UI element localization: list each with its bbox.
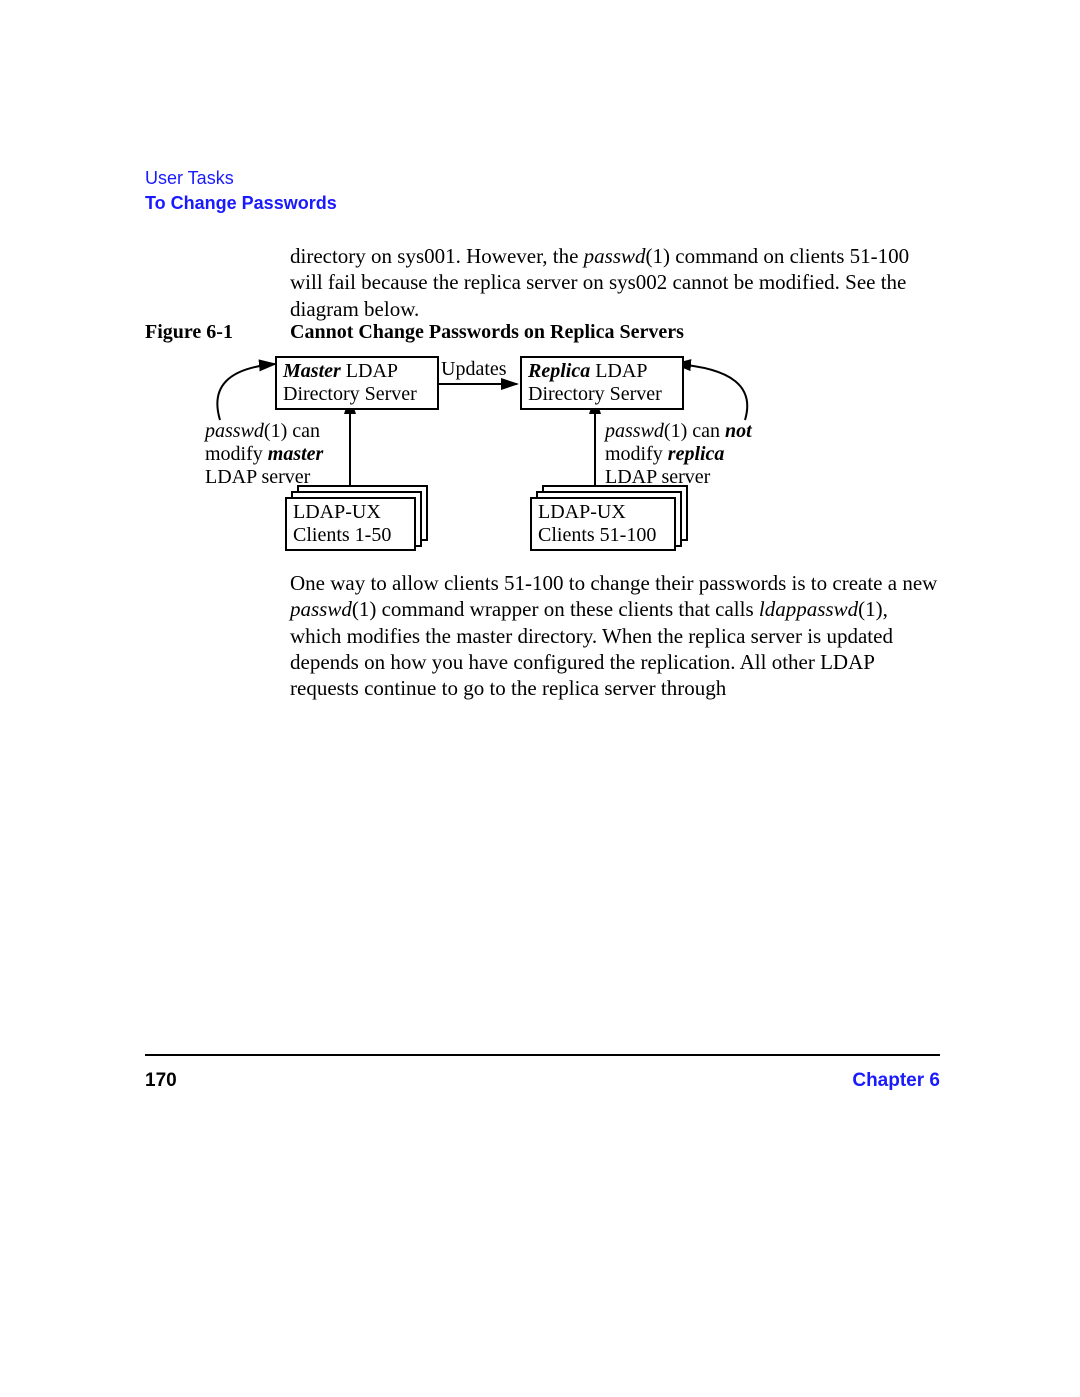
la-l2bold: master	[268, 443, 324, 465]
ra-bold: not	[725, 420, 752, 442]
page-number: 170	[145, 1070, 177, 1092]
master-rest: LDAP	[341, 360, 398, 382]
ra-mid: (1) can	[664, 420, 725, 442]
cl-l2: Clients 1-50	[293, 524, 391, 546]
la-l2pre: modify	[205, 443, 268, 465]
clients-right: LDAP-UX Clients 51-100	[530, 497, 676, 551]
la-cmd: passwd	[205, 420, 264, 442]
replica-line2: Directory Server	[528, 383, 662, 405]
subsection-link[interactable]: To Change Passwords	[145, 193, 337, 213]
master-bold: Master	[283, 360, 341, 382]
right-annotation: passwd(1) can not modify replica LDAP se…	[605, 420, 752, 489]
master-line2: Directory Server	[283, 383, 417, 405]
la-rest: (1) can	[264, 420, 320, 442]
p2-cmd1: passwd	[290, 597, 352, 621]
paragraph-top: directory on sys001. However, the passwd…	[290, 243, 940, 322]
left-annotation: passwd(1) can modify master LDAP server	[205, 420, 323, 489]
page-header: User Tasks To Change Passwords	[145, 166, 337, 216]
paragraph-bottom: One way to allow clients 51-100 to chang…	[290, 570, 940, 701]
p2-1: One way to allow clients 51-100 to chang…	[290, 571, 937, 595]
diagram: Master LDAP Directory Server Updates Rep…	[145, 350, 945, 560]
chapter-link[interactable]: Chapter 6	[852, 1070, 940, 1092]
clients-left: LDAP-UX Clients 1-50	[285, 497, 416, 551]
replica-rest: LDAP	[590, 360, 647, 382]
la-l3: LDAP server	[205, 466, 310, 488]
updates-label: Updates	[441, 358, 507, 381]
section-link[interactable]: User Tasks	[145, 168, 234, 188]
p1-pre: directory on sys001. However, the	[290, 244, 584, 268]
ra-l2pre: modify	[605, 443, 668, 465]
ra-cmd: passwd	[605, 420, 664, 442]
page: User Tasks To Change Passwords directory…	[0, 0, 1080, 1397]
p1-cmd: passwd	[584, 244, 646, 268]
cr-l1: LDAP-UX	[538, 501, 626, 523]
master-box: Master LDAP Directory Server	[275, 356, 439, 410]
p2-2: (1) command wrapper on these clients tha…	[352, 597, 759, 621]
figure-caption: Cannot Change Passwords on Replica Serve…	[290, 321, 684, 344]
footer-rule	[145, 1054, 940, 1056]
ra-l2bold: replica	[668, 443, 725, 465]
replica-bold: Replica	[528, 360, 590, 382]
replica-box: Replica LDAP Directory Server	[520, 356, 684, 410]
cr-l2: Clients 51-100	[538, 524, 656, 546]
figure-label: Figure 6-1	[145, 321, 233, 344]
p2-cmd2: ldappasswd	[759, 597, 858, 621]
cl-l1: LDAP-UX	[293, 501, 381, 523]
